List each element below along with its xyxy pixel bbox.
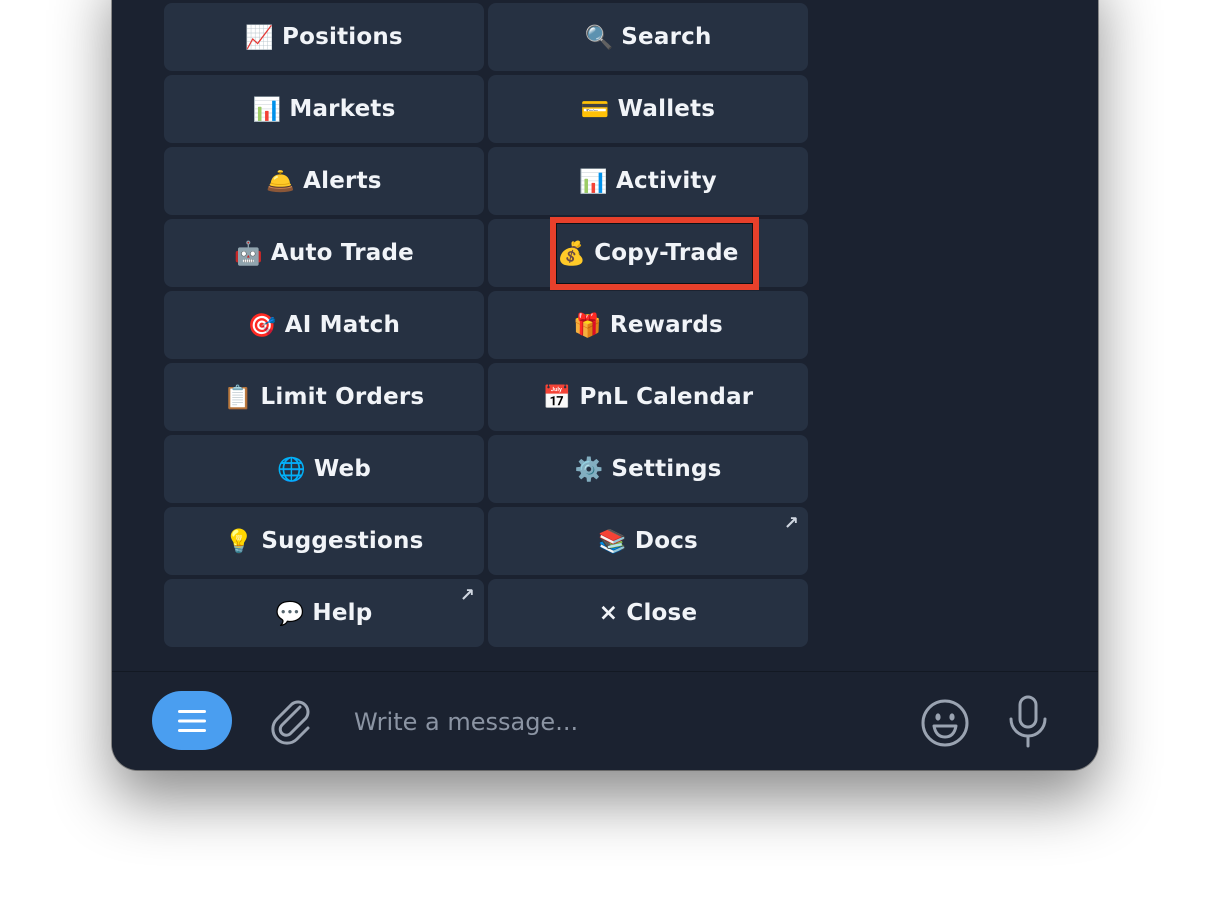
help-label: Help	[312, 600, 373, 626]
credit-card-icon: 💳	[580, 96, 610, 123]
markets-button[interactable]: 📊 Markets	[164, 75, 484, 143]
copy-trade-button[interactable]: 💰 Copy-Trade	[488, 219, 808, 287]
suggestions-label: Suggestions	[261, 528, 424, 554]
bar-chart-icon: 📊	[579, 168, 609, 195]
rewards-button[interactable]: 🎁 Rewards	[488, 291, 808, 359]
web-button[interactable]: 🌐 Web	[164, 435, 484, 503]
markets-label: Markets	[289, 96, 396, 122]
settings-button[interactable]: ⚙️ Settings	[488, 435, 808, 503]
limit-orders-button[interactable]: 📋 Limit Orders	[164, 363, 484, 431]
alerts-button[interactable]: 🛎️ Alerts	[164, 147, 484, 215]
robot-icon: 🤖	[234, 240, 263, 267]
auto-trade-button[interactable]: 🤖 Auto Trade	[164, 219, 484, 287]
pnl-calendar-button[interactable]: 📅 PnL Calendar	[488, 363, 808, 431]
web-label: Web	[313, 456, 372, 482]
close-button[interactable]: × Close	[488, 579, 808, 647]
docs-label: Docs	[634, 528, 698, 554]
limit-orders-label: Limit Orders	[260, 384, 425, 410]
rewards-label: Rewards	[609, 312, 723, 338]
docs-button[interactable]: 📚 Docs ↗	[488, 507, 808, 575]
auto-trade-label: Auto Trade	[270, 240, 414, 266]
globe-icon: 🌐	[276, 456, 306, 483]
message-input[interactable]	[352, 698, 896, 746]
ai-match-label: AI Match	[284, 312, 401, 338]
target-icon: 🎯	[247, 312, 277, 339]
close-label: × Close	[598, 600, 698, 626]
positions-label: Positions	[282, 24, 403, 50]
bar-chart-icon: 📊	[252, 96, 282, 123]
chart-up-icon: 📈	[245, 24, 275, 51]
help-button[interactable]: 💬 Help ↗	[164, 579, 484, 647]
search-label: Search	[621, 24, 712, 50]
gear-icon: ⚙️	[574, 456, 604, 483]
copy-trade-label: Copy-Trade	[594, 240, 739, 266]
attach-button[interactable]	[266, 696, 316, 746]
emoji-button[interactable]	[918, 696, 972, 750]
ai-match-button[interactable]: 🎯 AI Match	[164, 291, 484, 359]
smiley-icon	[921, 699, 969, 747]
bot-keyboard: 📈 Positions 🔍 Search 📊 Markets 💳 Wallets 🛎️ A…	[164, 3, 808, 647]
calendar-icon: 📅	[542, 384, 572, 411]
voice-button[interactable]	[1004, 694, 1052, 750]
gift-icon: 🎁	[573, 312, 602, 339]
settings-label: Settings	[611, 456, 722, 482]
money-bag-icon: 💰	[557, 240, 587, 267]
search-button[interactable]: 🔍 Search	[488, 3, 808, 71]
light-bulb-icon: 💡	[224, 528, 254, 555]
positions-button[interactable]: 📈 Positions	[164, 3, 484, 71]
telegram-window: 📈 Positions 🔍 Search 📊 Markets 💳 Wallets 🛎️ A…	[112, 0, 1098, 770]
bell-icon: 🛎️	[266, 168, 296, 195]
microphone-icon	[1009, 695, 1047, 748]
suggestions-button[interactable]: 💡 Suggestions	[164, 507, 484, 575]
paperclip-icon	[271, 700, 310, 745]
external-link-icon: ↗	[783, 513, 799, 534]
pnl-calendar-label: PnL Calendar	[579, 384, 754, 410]
clipboard-icon: 📋	[223, 384, 253, 411]
external-link-icon: ↗	[459, 585, 475, 606]
activity-label: Activity	[616, 168, 717, 194]
wallets-label: Wallets	[617, 96, 716, 122]
activity-button[interactable]: 📊 Activity	[488, 147, 808, 215]
menu-icon	[178, 709, 206, 732]
bot-menu-button[interactable]	[152, 691, 232, 750]
message-composer	[112, 671, 1098, 770]
alerts-label: Alerts	[303, 168, 382, 194]
books-icon: 📚	[598, 528, 627, 555]
magnifier-icon: 🔍	[584, 24, 614, 51]
speech-bubble-icon: 💬	[275, 600, 305, 627]
wallets-button[interactable]: 💳 Wallets	[488, 75, 808, 143]
